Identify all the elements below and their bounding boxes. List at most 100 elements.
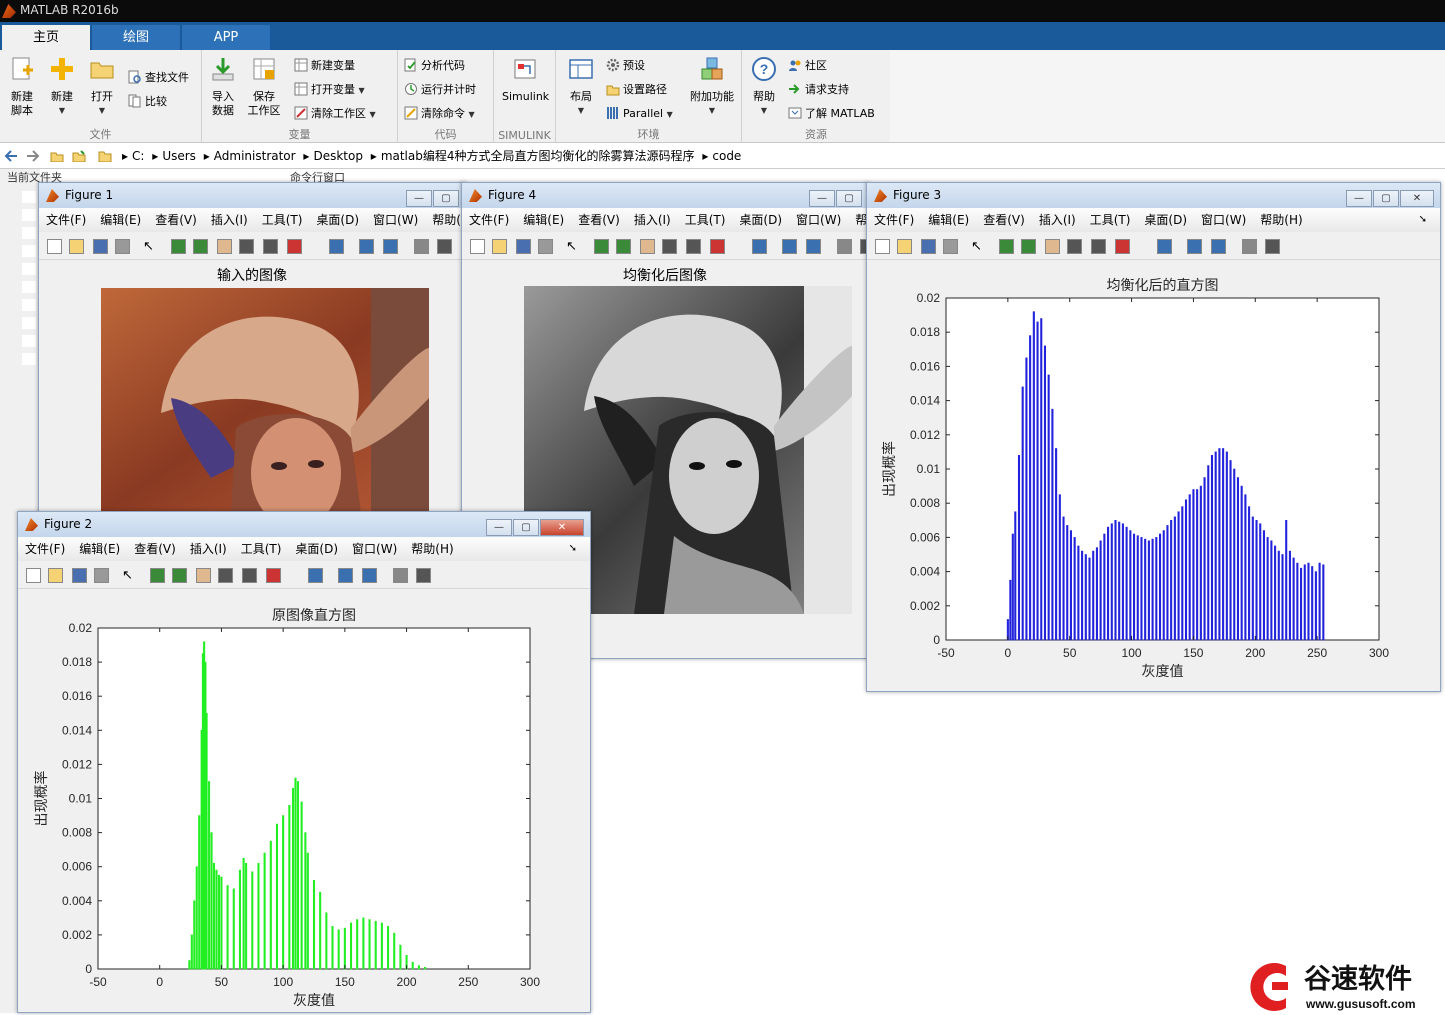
menu-edit[interactable]: 编辑(E)	[79, 542, 120, 556]
menu-view[interactable]: 查看(V)	[983, 213, 1025, 227]
brush-icon[interactable]	[266, 568, 281, 583]
save-workspace-button[interactable]: 保存 工作区	[246, 56, 282, 118]
new-figure-icon[interactable]	[875, 239, 890, 254]
brush-icon[interactable]	[1115, 239, 1130, 254]
maximize-button[interactable]: ▢	[836, 190, 862, 207]
brush-icon[interactable]	[710, 239, 725, 254]
hide-plot-tools-icon[interactable]	[837, 239, 852, 254]
zoom-out-icon[interactable]	[1021, 239, 1036, 254]
maximize-button[interactable]: ▢	[1373, 190, 1399, 207]
new-figure-icon[interactable]	[470, 239, 485, 254]
open-file-icon[interactable]	[69, 239, 84, 254]
figure-2-window[interactable]: Figure 2 — ▢ ✕ 文件(F) 编辑(E) 查看(V) 插入(I) 工具(T) 桌面…	[17, 511, 591, 1013]
addons-button[interactable]: 附加功能 ▼	[686, 56, 738, 118]
close-button[interactable]: ✕	[540, 519, 584, 536]
figure-3-window[interactable]: Figure 3 — ▢ ✕ 文件(F) 编辑(E) 查看(V) 插入(I) 工具(T) 桌面…	[866, 182, 1441, 692]
menu-help[interactable]: 帮助(H)	[411, 542, 453, 556]
select-pointer-icon[interactable]: ↖	[566, 239, 581, 254]
legend-icon[interactable]	[362, 568, 377, 583]
print-icon[interactable]	[538, 239, 553, 254]
compare-button[interactable]: 比较	[128, 92, 167, 112]
menu-edit[interactable]: 编辑(E)	[928, 213, 969, 227]
pan-hand-icon[interactable]	[217, 239, 232, 254]
hide-plot-tools-icon[interactable]	[393, 568, 408, 583]
show-plot-tools-icon[interactable]	[416, 568, 431, 583]
rotate-3d-icon[interactable]	[218, 568, 233, 583]
open-file-icon[interactable]	[897, 239, 912, 254]
dock-arrow-icon[interactable]: ➘	[1419, 208, 1427, 232]
print-icon[interactable]	[943, 239, 958, 254]
new-script-button[interactable]: 新建 脚本	[6, 56, 38, 118]
colorbar-icon[interactable]	[782, 239, 797, 254]
figure-1-titlebar[interactable]: Figure 1 — ▢	[39, 183, 465, 208]
menu-file[interactable]: 文件(F)	[469, 213, 509, 227]
close-button[interactable]: ✕	[1400, 190, 1434, 207]
new-figure-icon[interactable]	[26, 568, 41, 583]
menu-file[interactable]: 文件(F)	[25, 542, 65, 556]
breadcrumb-item[interactable]: matlab编程4种方式全局直方图均衡化的除雾算法源码程序	[381, 149, 695, 163]
learn-matlab-button[interactable]: 了解 MATLAB	[788, 104, 875, 124]
select-pointer-icon[interactable]: ↖	[971, 239, 986, 254]
menu-window[interactable]: 窗口(W)	[352, 542, 397, 556]
breadcrumb-item[interactable]: C:	[132, 149, 144, 163]
menu-window[interactable]: 窗口(W)	[796, 213, 841, 227]
maximize-button[interactable]: ▢	[513, 519, 539, 536]
minimize-button[interactable]: —	[406, 190, 432, 207]
menu-tools[interactable]: 工具(T)	[685, 213, 726, 227]
menu-view[interactable]: 查看(V)	[578, 213, 620, 227]
menu-tools[interactable]: 工具(T)	[262, 213, 303, 227]
save-icon[interactable]	[93, 239, 108, 254]
save-icon[interactable]	[72, 568, 87, 583]
forward-icon[interactable]	[26, 150, 40, 162]
data-cursor-icon[interactable]	[686, 239, 701, 254]
tab-plots[interactable]: 绘图	[92, 25, 180, 50]
menu-tools[interactable]: 工具(T)	[1090, 213, 1131, 227]
zoom-out-icon[interactable]	[616, 239, 631, 254]
colorbar-icon[interactable]	[1187, 239, 1202, 254]
menu-desktop[interactable]: 桌面(D)	[295, 542, 338, 556]
breadcrumb-item[interactable]: Administrator	[214, 149, 296, 163]
find-files-button[interactable]: 查找文件	[128, 68, 189, 88]
open-file-icon[interactable]	[48, 568, 63, 583]
parallel-button[interactable]: Parallel ▼	[606, 104, 673, 124]
browse-folder-icon[interactable]	[72, 150, 86, 162]
save-icon[interactable]	[921, 239, 936, 254]
print-icon[interactable]	[94, 568, 109, 583]
tab-home[interactable]: 主页	[2, 25, 90, 50]
breadcrumb-item[interactable]: code	[712, 149, 741, 163]
rotate-3d-icon[interactable]	[662, 239, 677, 254]
show-plot-tools-icon[interactable]	[437, 239, 452, 254]
menu-insert[interactable]: 插入(I)	[190, 542, 227, 556]
pan-hand-icon[interactable]	[1045, 239, 1060, 254]
menu-file[interactable]: 文件(F)	[874, 213, 914, 227]
dock-arrow-icon[interactable]: ➘	[569, 537, 577, 561]
simulink-button[interactable]: Simulink	[502, 56, 549, 104]
zoom-out-icon[interactable]	[193, 239, 208, 254]
hide-plot-tools-icon[interactable]	[1242, 239, 1257, 254]
figure-3-titlebar[interactable]: Figure 3 — ▢ ✕	[867, 183, 1440, 208]
zoom-in-icon[interactable]	[150, 568, 165, 583]
legend-icon[interactable]	[1211, 239, 1226, 254]
menu-insert[interactable]: 插入(I)	[634, 213, 671, 227]
menu-window[interactable]: 窗口(W)	[373, 213, 418, 227]
import-data-button[interactable]: 导入 数据	[208, 56, 238, 118]
zoom-in-icon[interactable]	[171, 239, 186, 254]
menu-edit[interactable]: 编辑(E)	[100, 213, 141, 227]
menu-insert[interactable]: 插入(I)	[211, 213, 248, 227]
zoom-in-icon[interactable]	[999, 239, 1014, 254]
data-cursor-icon[interactable]	[1091, 239, 1106, 254]
layout-button[interactable]: 布局 ▼	[564, 56, 598, 118]
link-plot-icon[interactable]	[308, 568, 323, 583]
menu-help[interactable]: 帮助(H)	[1260, 213, 1302, 227]
clear-commands-button[interactable]: 清除命令 ▼	[404, 104, 475, 124]
hide-plot-tools-icon[interactable]	[414, 239, 429, 254]
legend-icon[interactable]	[806, 239, 821, 254]
brush-icon[interactable]	[287, 239, 302, 254]
maximize-button[interactable]: ▢	[433, 190, 459, 207]
back-icon[interactable]	[4, 150, 18, 162]
figure-4-titlebar[interactable]: Figure 4 — ▢	[462, 183, 868, 208]
minimize-button[interactable]: —	[1346, 190, 1372, 207]
legend-icon[interactable]	[383, 239, 398, 254]
show-plot-tools-icon[interactable]	[1265, 239, 1280, 254]
figure-1-window[interactable]: Figure 1 — ▢ 文件(F) 编辑(E) 查看(V) 插入(I) 工具(T) 桌面(…	[38, 182, 466, 522]
